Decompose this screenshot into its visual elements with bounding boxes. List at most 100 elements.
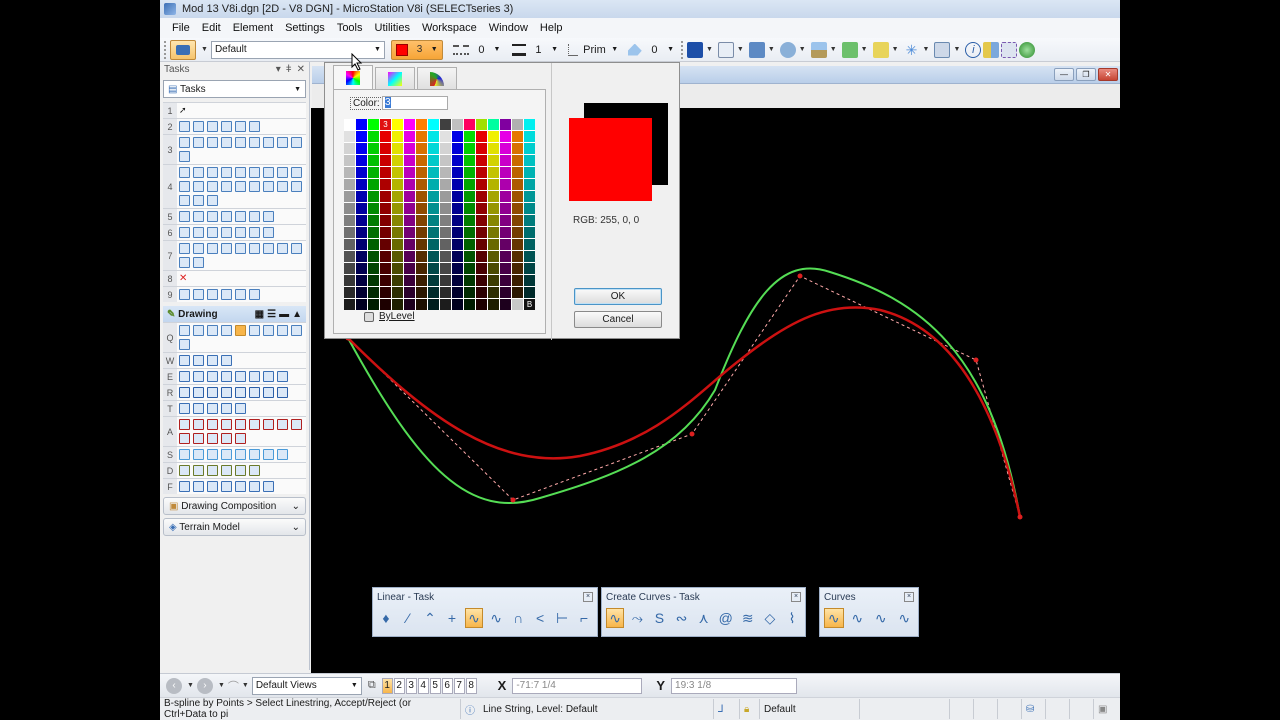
drawing-tool-icon[interactable]	[221, 481, 232, 492]
color-cell[interactable]	[380, 287, 391, 298]
color-cell[interactable]	[416, 263, 427, 274]
task-tool-icon[interactable]	[207, 243, 218, 254]
color-cell[interactable]	[380, 299, 391, 310]
color-cell[interactable]	[452, 239, 463, 250]
info-button[interactable]: i	[965, 40, 982, 60]
drawing-tool-icon[interactable]	[235, 419, 246, 430]
forward-icon[interactable]: ›	[196, 677, 213, 694]
color-cell[interactable]	[512, 203, 523, 214]
color-cell[interactable]	[464, 287, 475, 298]
drawing-tool-icon[interactable]	[277, 371, 288, 382]
place-helix-icon[interactable]: ≋	[739, 608, 757, 628]
view-7-button[interactable]: 7	[453, 677, 465, 694]
color-cell[interactable]	[524, 251, 535, 262]
color-cell[interactable]	[344, 239, 355, 250]
drawing-tool-icon[interactable]	[207, 433, 218, 444]
color-cell[interactable]	[428, 287, 439, 298]
color-cell[interactable]	[416, 143, 427, 154]
color-cell[interactable]	[380, 179, 391, 190]
color-cell[interactable]	[440, 215, 451, 226]
color-cell[interactable]	[476, 227, 487, 238]
color-cell[interactable]	[428, 167, 439, 178]
color-cell[interactable]	[368, 239, 379, 250]
color-cell[interactable]	[392, 119, 403, 130]
minimize-button[interactable]: —	[1054, 68, 1074, 81]
task-tool-icon[interactable]	[277, 167, 288, 178]
drawing-tool-icon[interactable]	[207, 371, 218, 382]
task-select[interactable]: ▤ Tasks ▼	[163, 80, 306, 98]
color-cell[interactable]	[452, 167, 463, 178]
color-cell[interactable]	[488, 203, 499, 214]
color-cell[interactable]	[524, 227, 535, 238]
color-cell[interactable]	[344, 203, 355, 214]
color-cell[interactable]	[392, 239, 403, 250]
task-tool-icon[interactable]	[221, 137, 232, 148]
color-cell[interactable]	[368, 227, 379, 238]
color-cell[interactable]	[428, 203, 439, 214]
drawing-tool-icon[interactable]	[179, 355, 190, 366]
task-tool-icon[interactable]	[235, 167, 246, 178]
color-cell[interactable]	[464, 239, 475, 250]
surface-curve-icon[interactable]: ◇	[761, 608, 779, 628]
task-tool-icon[interactable]: ✕	[179, 273, 190, 284]
create-curve-graph-icon[interactable]: ⌇	[783, 608, 801, 628]
drawing-tool-icon[interactable]	[179, 387, 190, 398]
color-cell[interactable]	[416, 239, 427, 250]
color-cell[interactable]	[488, 239, 499, 250]
color-cell[interactable]	[392, 131, 403, 142]
color-cell[interactable]	[500, 287, 511, 298]
drawing-tool-icon[interactable]	[221, 371, 232, 382]
color-cell[interactable]	[524, 275, 535, 286]
color-cell[interactable]	[368, 275, 379, 286]
color-cell[interactable]	[404, 167, 415, 178]
color-cell[interactable]	[368, 143, 379, 154]
task-tool-icon[interactable]	[207, 211, 218, 222]
chevron-down-icon[interactable]: ▼	[201, 46, 208, 53]
color-cell[interactable]	[500, 191, 511, 202]
color-cell[interactable]	[392, 143, 403, 154]
back-icon[interactable]: ‹	[166, 677, 182, 694]
references-button[interactable]: ▼	[779, 40, 809, 60]
drawing-tool-icon[interactable]	[179, 465, 190, 476]
color-cell[interactable]	[416, 215, 427, 226]
color-gradient-tab[interactable]	[375, 67, 415, 89]
drawing-tool-icon[interactable]	[207, 403, 218, 414]
drawing-tool-icon[interactable]	[207, 325, 218, 336]
color-cell[interactable]	[476, 155, 487, 166]
task-tool-icon[interactable]	[291, 167, 302, 178]
drawing-tool-icon[interactable]	[291, 419, 302, 430]
drawing-tool-icon[interactable]	[249, 419, 260, 430]
task-tool-icon[interactable]: ➚	[179, 105, 190, 116]
color-cell[interactable]	[464, 275, 475, 286]
drawing-tool-icon[interactable]	[263, 371, 274, 382]
color-cell[interactable]	[380, 275, 391, 286]
color-cell[interactable]	[476, 167, 487, 178]
color-cell[interactable]	[452, 299, 463, 310]
color-cell[interactable]	[416, 119, 427, 130]
task-tool-icon[interactable]	[193, 167, 204, 178]
color-cell[interactable]	[356, 131, 367, 142]
color-cell[interactable]	[368, 167, 379, 178]
color-cell[interactable]	[404, 239, 415, 250]
color-cell[interactable]	[344, 263, 355, 274]
color-cell[interactable]	[488, 263, 499, 274]
place-spiral-icon[interactable]: @	[717, 608, 735, 628]
place-curve-icon[interactable]: ∩	[509, 608, 527, 628]
drawing-tool-icon[interactable]	[193, 481, 204, 492]
place-multi-line-icon[interactable]: ⌃	[421, 608, 439, 628]
task-tool-icon[interactable]	[179, 211, 190, 222]
drawing-tool-icon[interactable]	[235, 449, 246, 460]
task-tool-icon[interactable]	[235, 181, 246, 192]
task-tool-icon[interactable]	[193, 181, 204, 192]
task-tool-icon[interactable]	[235, 243, 246, 254]
color-cell[interactable]	[524, 263, 535, 274]
color-cell[interactable]	[392, 251, 403, 262]
color-cell[interactable]	[524, 167, 535, 178]
color-cell[interactable]	[524, 143, 535, 154]
color-cell[interactable]	[428, 251, 439, 262]
color-book-tab[interactable]	[417, 67, 457, 89]
drawing-tool-icon[interactable]	[235, 481, 246, 492]
menu-utilities[interactable]: Utilities	[375, 22, 410, 34]
color-cell[interactable]	[356, 167, 367, 178]
task-tool-icon[interactable]	[235, 137, 246, 148]
